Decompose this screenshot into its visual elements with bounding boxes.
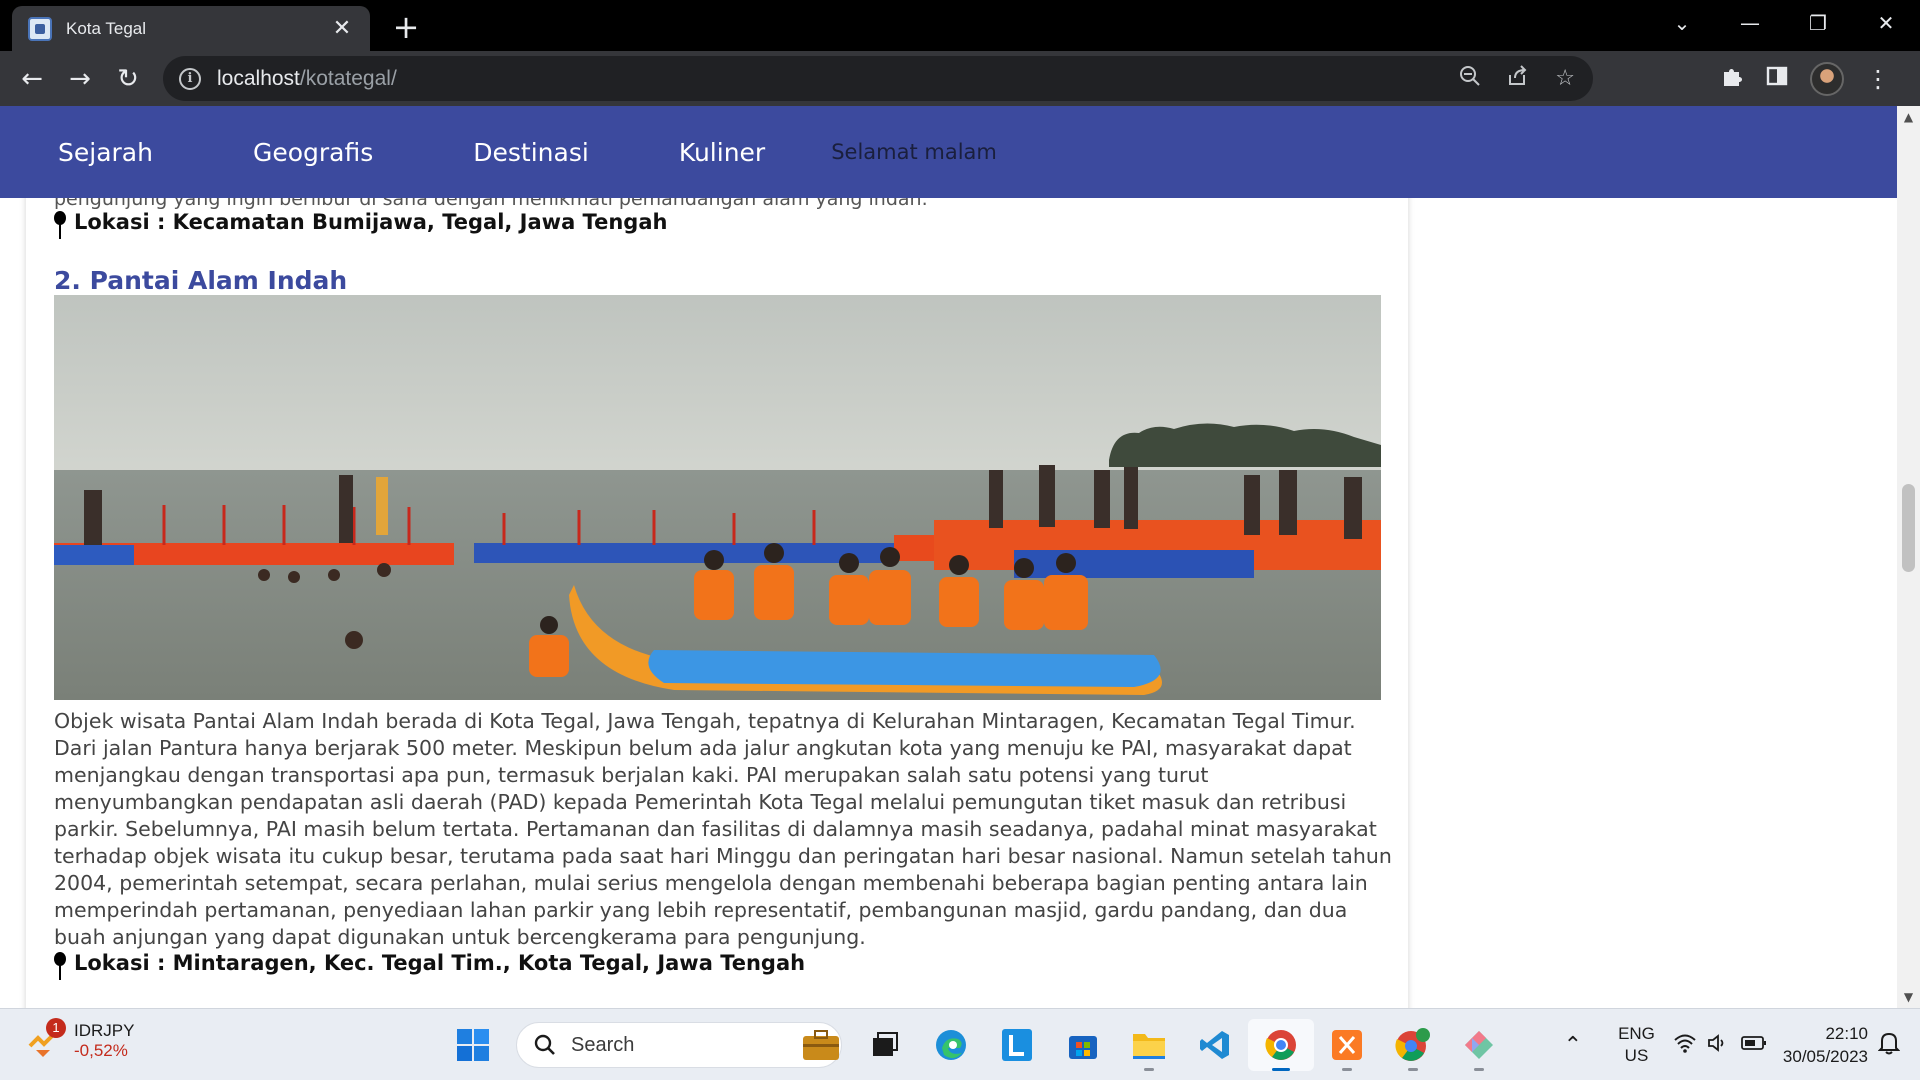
zoom-icon[interactable] — [1459, 65, 1481, 93]
stock-change: -0,52% — [74, 1041, 128, 1060]
clock[interactable]: 22:10 30/05/2023 — [1783, 1022, 1868, 1068]
site-favicon-icon — [28, 16, 52, 41]
previous-location-text: Lokasi : Kecamatan Bumijawa, Tegal, Jawa… — [74, 210, 668, 234]
stock-symbol: IDRJPY — [74, 1021, 135, 1040]
show-hidden-icons-chevron-icon[interactable]: ⌃ — [1564, 1032, 1582, 1058]
site-info-icon[interactable]: i — [179, 67, 201, 90]
vscode-icon[interactable] — [1182, 1019, 1248, 1071]
tab-title: Kota Tegal — [66, 18, 147, 38]
windows-taskbar: 1 IDRJPY -0,52% Search ⌃ ENG US 22:10 30… — [0, 1008, 1920, 1080]
location-line: Lokasi : Mintaragen, Kec. Tegal Tim., Ko… — [54, 951, 806, 980]
taskbar-apps: Search — [440, 1019, 1512, 1071]
extensions-puzzle-icon[interactable] — [1720, 64, 1744, 94]
search-icon — [534, 1034, 555, 1055]
page-scrollbar[interactable]: ▲ ▼ — [1897, 106, 1920, 1008]
nav-link-geografis[interactable]: Geografis — [253, 138, 373, 167]
previous-location-line: Lokasi : Kecamatan Bumijawa, Tegal, Jawa… — [54, 210, 668, 239]
beach-photo — [54, 295, 1381, 700]
system-tray: ⌃ ENG US 22:10 30/05/2023 — [1564, 1009, 1920, 1081]
close-window-icon[interactable]: ✕ — [1852, 11, 1920, 35]
scrollbar-thumb[interactable] — [1902, 484, 1915, 572]
volume-icon[interactable] — [1707, 1033, 1729, 1058]
git-kraken-icon[interactable] — [1446, 1019, 1512, 1071]
chrome-profile-icon[interactable] — [1380, 1019, 1446, 1071]
scroll-up-arrow-icon[interactable]: ▲ — [1897, 106, 1920, 128]
notification-bell-icon[interactable] — [1877, 1031, 1901, 1060]
browser-toolbar: ← → ↻ i localhost/kotategal/ ☆ ⋮ — [0, 51, 1920, 106]
destination-title: 2. Pantai Alam Indah — [54, 266, 348, 295]
clock-time: 22:10 — [1825, 1024, 1868, 1043]
minimize-icon[interactable]: — — [1716, 11, 1784, 35]
share-icon[interactable] — [1507, 64, 1529, 93]
chrome-icon[interactable] — [1248, 1019, 1314, 1071]
microsoft-store-icon[interactable] — [1050, 1019, 1116, 1071]
destination-description: Objek wisata Pantai Alam Indah berada di… — [54, 709, 1392, 949]
taskbar-search-box[interactable]: Search — [516, 1022, 842, 1068]
search-label: Search — [571, 1033, 635, 1056]
location-text: Lokasi : Mintaragen, Kec. Tegal Tim., Ko… — [74, 951, 806, 975]
url-text[interactable]: localhost/kotategal/ — [217, 67, 397, 91]
address-bar[interactable]: i localhost/kotategal/ ☆ — [163, 56, 1593, 101]
bookmark-star-icon[interactable]: ☆ — [1555, 66, 1575, 91]
scroll-down-arrow-icon[interactable]: ▼ — [1897, 986, 1920, 1008]
site-navbar: Sejarah Geografis Destinasi Kuliner Sela… — [0, 106, 1897, 198]
briefcase-highlight-icon — [803, 1030, 839, 1060]
nav-link-kuliner[interactable]: Kuliner — [679, 138, 765, 167]
page-viewport: pengunjung yang ingin berlibur di sana d… — [0, 106, 1897, 1008]
location-pin-icon — [54, 952, 66, 980]
notification-badge: 1 — [46, 1018, 66, 1038]
wifi-icon[interactable] — [1673, 1033, 1697, 1058]
nav-link-destinasi[interactable]: Destinasi — [473, 138, 589, 167]
tab-close-icon[interactable]: ✕ — [328, 16, 356, 41]
start-button[interactable] — [440, 1019, 506, 1071]
stock-widget[interactable]: 1 IDRJPY -0,52% — [26, 1018, 135, 1061]
xampp-icon[interactable] — [1314, 1019, 1380, 1071]
location-pin-icon — [54, 211, 66, 239]
stock-chart-icon: 1 — [26, 1018, 66, 1058]
forward-arrow-icon[interactable]: → — [60, 59, 100, 99]
battery-icon[interactable] — [1741, 1035, 1767, 1056]
file-explorer-icon[interactable] — [1116, 1019, 1182, 1071]
clock-date: 30/05/2023 — [1782, 1047, 1868, 1066]
nav-link-sejarah[interactable]: Sejarah — [58, 138, 153, 167]
l-app-icon[interactable] — [984, 1019, 1050, 1071]
restore-icon[interactable]: ❐ — [1784, 11, 1852, 35]
browser-tab-strip: Kota Tegal ✕ + ⌄ — ❐ ✕ — [0, 0, 1920, 51]
tab-search-chevron-icon[interactable]: ⌄ — [1648, 11, 1716, 35]
profile-avatar[interactable] — [1810, 61, 1844, 96]
window-controls: ⌄ — ❐ ✕ — [1648, 0, 1920, 45]
back-arrow-icon[interactable]: ← — [12, 59, 52, 99]
chrome-menu-icon[interactable]: ⋮ — [1866, 65, 1890, 93]
language-indicator[interactable]: ENG US — [1618, 1023, 1655, 1067]
side-panel-icon[interactable] — [1766, 65, 1788, 93]
new-tab-button[interactable]: + — [388, 8, 424, 46]
task-view-icon[interactable] — [852, 1019, 918, 1071]
reload-icon[interactable]: ↻ — [108, 59, 148, 99]
edge-browser-icon[interactable] — [918, 1019, 984, 1071]
browser-tab[interactable]: Kota Tegal ✕ — [12, 6, 370, 51]
greeting-text: Selamat malam — [831, 140, 997, 164]
